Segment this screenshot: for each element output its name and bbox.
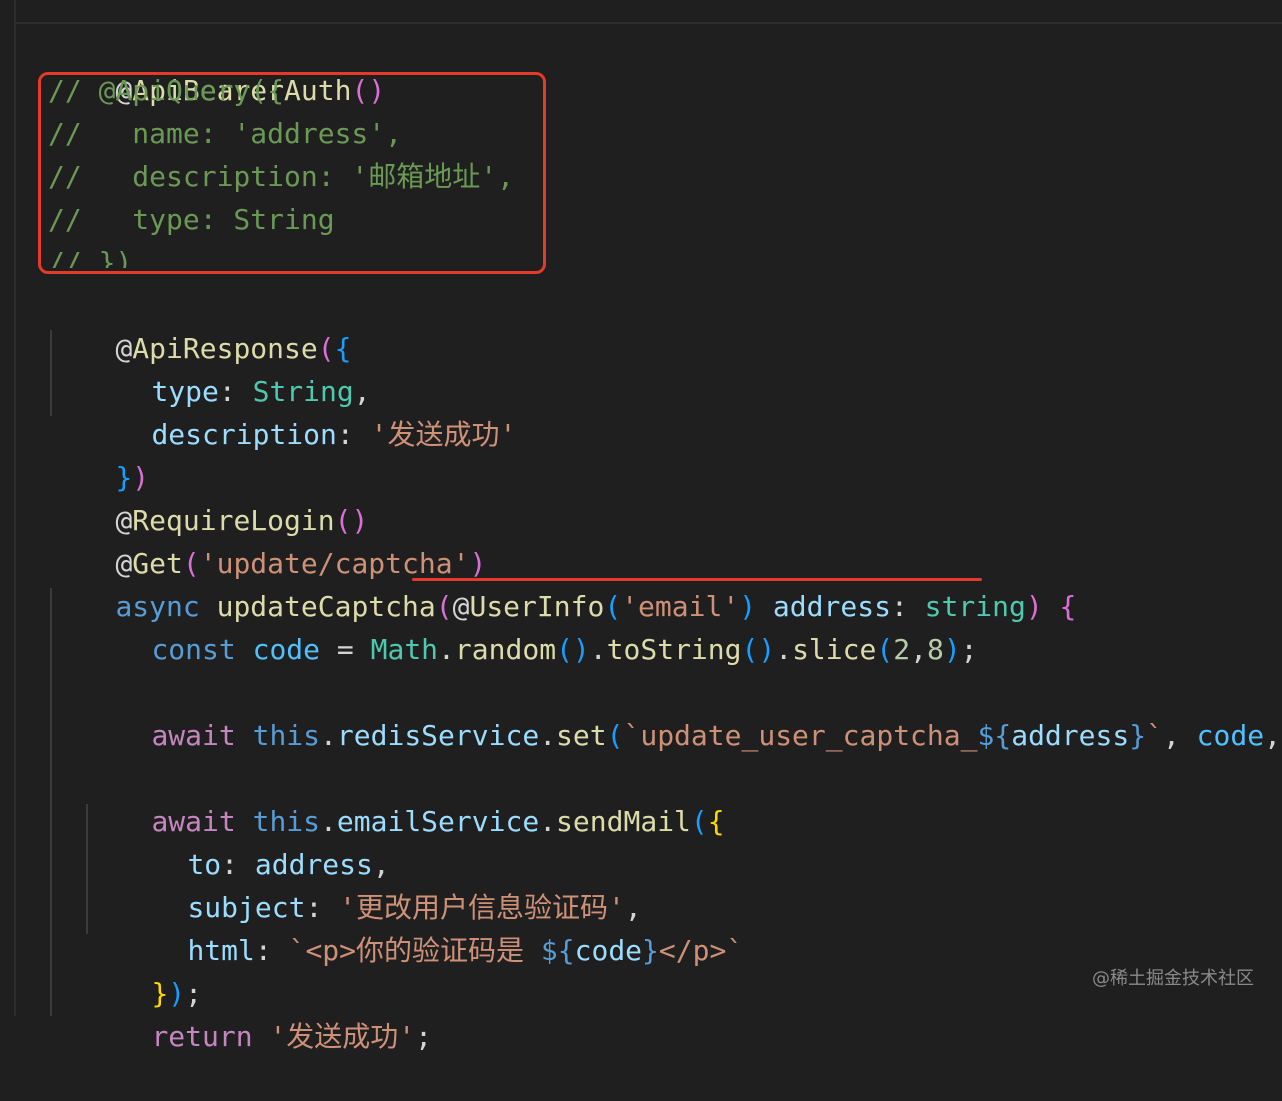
template-string: </p>` (658, 934, 744, 967)
brace: { (1059, 590, 1077, 623)
watermark: @稀土掘金技术社区 (1092, 968, 1254, 989)
number: 8 (926, 633, 944, 666)
template-string: `<p>你的验证码是 (288, 934, 541, 967)
method-name: random (454, 633, 557, 666)
class-name: Math (370, 633, 439, 666)
code-line[interactable]: return '发送成功'; (84, 972, 432, 1053)
code-line[interactable]: }); (84, 929, 202, 1010)
dot: . (539, 719, 557, 752)
gutter-border (14, 0, 16, 1016)
paren: ) (1025, 590, 1043, 623)
string-value: '发送成功' (370, 418, 517, 451)
this-keyword: this (252, 719, 321, 752)
paren: ) (943, 633, 961, 666)
method-name: set (556, 719, 607, 752)
code-editor[interactable]: @ApiBearerAuth() // @ApiQuery({ // name:… (0, 0, 1282, 1053)
red-underline-annotation (412, 578, 982, 581)
semicolon: ; (415, 1020, 433, 1053)
string-value: '发送成功' (269, 1020, 416, 1053)
brace: { (707, 805, 725, 838)
interpolation: ${ (540, 934, 575, 967)
paren: ( (876, 633, 894, 666)
code-line[interactable]: to: address, (120, 800, 389, 881)
operator: = (320, 633, 371, 666)
template-string: `update_user_captcha_ (623, 719, 978, 752)
number: 2 (893, 633, 911, 666)
editor-top-border (14, 22, 1282, 24)
keyword: const (151, 633, 236, 666)
dot: . (589, 633, 607, 666)
colon: : (254, 934, 289, 967)
semicolon: ; (960, 633, 978, 666)
variable-name: address (1011, 719, 1130, 752)
template-string: ` (1146, 719, 1163, 752)
code-line[interactable]: description: '发送成功' (84, 370, 516, 451)
method-name: sendMail (556, 805, 691, 838)
dot: . (539, 805, 557, 838)
code-line[interactable]: type: String, (84, 327, 370, 408)
code-line[interactable]: @Get('update/captcha') (48, 499, 486, 580)
interpolation: } (642, 934, 659, 967)
comma: , (1264, 719, 1281, 752)
property-name: redisService (336, 719, 540, 752)
variable-name: code (252, 633, 321, 666)
code-line[interactable]: await this.redisService.set(`update_user… (84, 671, 1282, 752)
keyword: await (151, 719, 236, 752)
interpolation: } (1129, 719, 1147, 752)
code-line[interactable]: }) (48, 413, 149, 494)
paren: ( (606, 719, 624, 752)
code-line[interactable]: @RequireLogin() (48, 456, 368, 537)
variable-name: code (1196, 719, 1265, 752)
code-line[interactable]: @ApiResponse({ (48, 284, 351, 365)
comma: , (910, 633, 927, 666)
code-line[interactable]: html: `<p>你的验证码是 ${code}</p>` (120, 886, 743, 967)
method-name: slice (792, 633, 877, 666)
keyword: return (151, 1020, 253, 1053)
dot: . (775, 633, 793, 666)
code-line[interactable]: @ApiBearerAuth() (48, 26, 385, 107)
colon: : (336, 418, 371, 451)
paren: ( (690, 805, 708, 838)
interpolation: ${ (977, 719, 1012, 752)
code-line[interactable]: await this.emailService.sendMail({ (84, 757, 724, 838)
dot: . (320, 719, 337, 752)
property-key: description (151, 418, 337, 451)
code-line[interactable]: subject: '更改用户信息验证码', (120, 843, 641, 924)
code-line[interactable]: const code = Math.random().toString().sl… (84, 585, 977, 666)
dot: . (438, 633, 455, 666)
method-name: toString (606, 633, 742, 666)
paren: () (741, 633, 776, 666)
variable-name: code (574, 934, 643, 967)
red-box-annotation (38, 72, 546, 274)
comma: , (1162, 719, 1197, 752)
paren: () (556, 633, 590, 666)
